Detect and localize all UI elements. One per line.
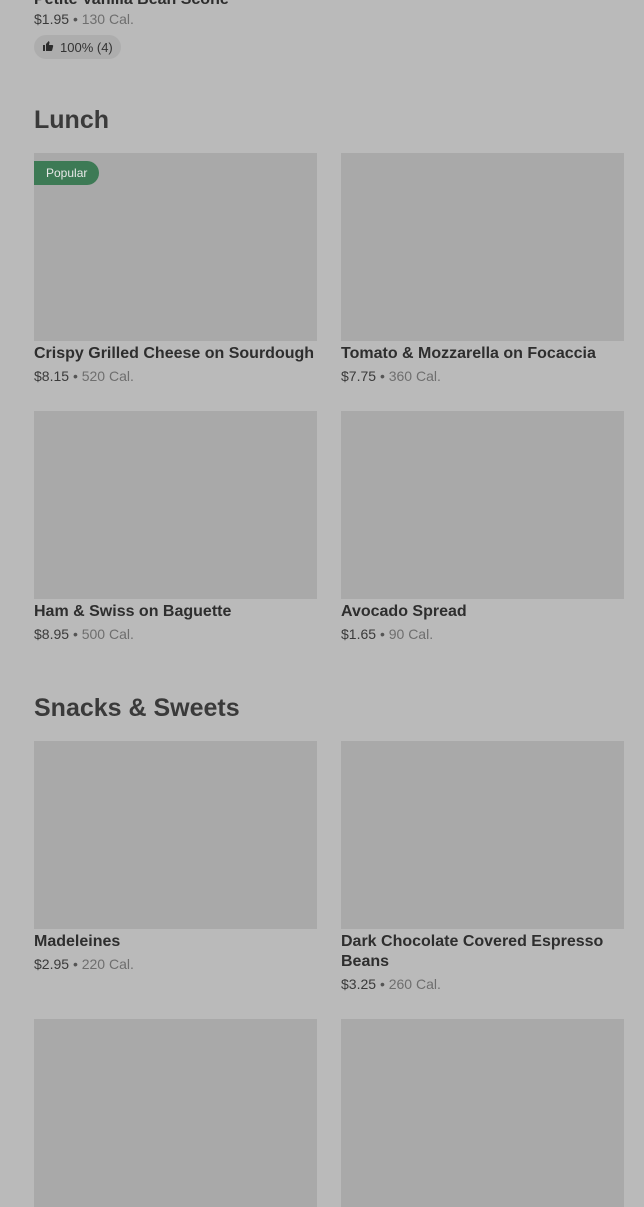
- rating-badge: 100% (4): [34, 35, 121, 59]
- item-calories: 90 Cal.: [388, 626, 434, 642]
- item-price: $8.15: [34, 368, 70, 384]
- meta-separator: •: [379, 626, 385, 642]
- item-calories: 260 Cal.: [388, 976, 441, 992]
- item-name: Ham & Swiss on Baguette: [34, 603, 232, 620]
- item-calories: 220 Cal.: [81, 956, 134, 972]
- item-price: $3.25: [341, 976, 377, 992]
- item-price: $7.75: [341, 368, 377, 384]
- menu-item-card[interactable]: Avocado Spread $1.65 • 90 Cal.: [341, 411, 624, 643]
- item-meta: $8.95 • 500 Cal.: [34, 625, 317, 643]
- item-price: $1.95: [34, 11, 70, 27]
- meta-separator: •: [72, 956, 78, 972]
- menu-item-card[interactable]: [34, 1019, 317, 1207]
- item-meta: $8.15 • 520 Cal.: [34, 367, 317, 385]
- rating-text: 100% (4): [60, 39, 113, 55]
- item-image-placeholder: [341, 153, 624, 341]
- item-image-placeholder: [34, 1019, 317, 1207]
- menu-item-card[interactable]: Crispy Grilled Cheese on Sourdough $8.15…: [34, 153, 317, 385]
- item-price: $1.65: [341, 626, 377, 642]
- meta-separator: •: [379, 368, 385, 384]
- menu-item-card[interactable]: Tomato & Mozzarella on Focaccia $7.75 • …: [341, 153, 624, 385]
- item-calories: 360 Cal.: [388, 368, 441, 384]
- item-meta: $1.95 • 130 Cal.: [34, 10, 434, 28]
- item-price: $8.95: [34, 626, 70, 642]
- item-price: $2.95: [34, 956, 70, 972]
- menu-item-card[interactable]: Madeleines $2.95 • 220 Cal.: [34, 741, 317, 973]
- meta-separator: •: [72, 626, 78, 642]
- meta-separator: •: [379, 976, 385, 992]
- item-name: Tomato & Mozzarella on Focaccia: [341, 345, 596, 362]
- item-image-placeholder: [341, 741, 624, 929]
- item-meta: $1.65 • 90 Cal.: [341, 625, 624, 643]
- meta-separator: •: [72, 11, 78, 27]
- item-name: Dark Chocolate Covered Espresso Beans: [341, 933, 604, 970]
- menu-item-card[interactable]: [341, 1019, 624, 1207]
- item-calories: 520 Cal.: [81, 368, 134, 384]
- item-name: Avocado Spread: [341, 603, 467, 620]
- menu-item-petite-vanilla-bean-scone[interactable]: Petite Vanilla Bean Scone $1.95 • 130 Ca…: [34, 0, 434, 59]
- item-name: Crispy Grilled Cheese on Sourdough: [34, 345, 315, 362]
- item-meta: $7.75 • 360 Cal.: [341, 367, 624, 385]
- section-title-snacks-sweets: Snacks & Sweets: [34, 694, 240, 722]
- item-calories: 130 Cal.: [81, 11, 134, 27]
- thumbs-up-icon: [42, 40, 54, 55]
- meta-separator: •: [72, 368, 78, 384]
- item-name: Petite Vanilla Bean Scone: [34, 0, 434, 10]
- item-name: Madeleines: [34, 933, 121, 950]
- menu-item-card[interactable]: Dark Chocolate Covered Espresso Beans $3…: [341, 741, 624, 993]
- popular-badge: Popular: [34, 161, 100, 185]
- menu-item-card[interactable]: Ham & Swiss on Baguette $8.95 • 500 Cal.: [34, 411, 317, 643]
- item-image-placeholder: [34, 411, 317, 599]
- item-calories: 500 Cal.: [81, 626, 134, 642]
- menu-page: Petite Vanilla Bean Scone $1.95 • 130 Ca…: [0, 0, 644, 1207]
- item-meta: $2.95 • 220 Cal.: [34, 955, 317, 973]
- section-title-lunch: Lunch: [34, 106, 109, 134]
- item-image-placeholder: [34, 741, 317, 929]
- item-image-placeholder: [341, 1019, 624, 1207]
- item-meta: $3.25 • 260 Cal.: [341, 975, 624, 993]
- item-image-placeholder: [341, 411, 624, 599]
